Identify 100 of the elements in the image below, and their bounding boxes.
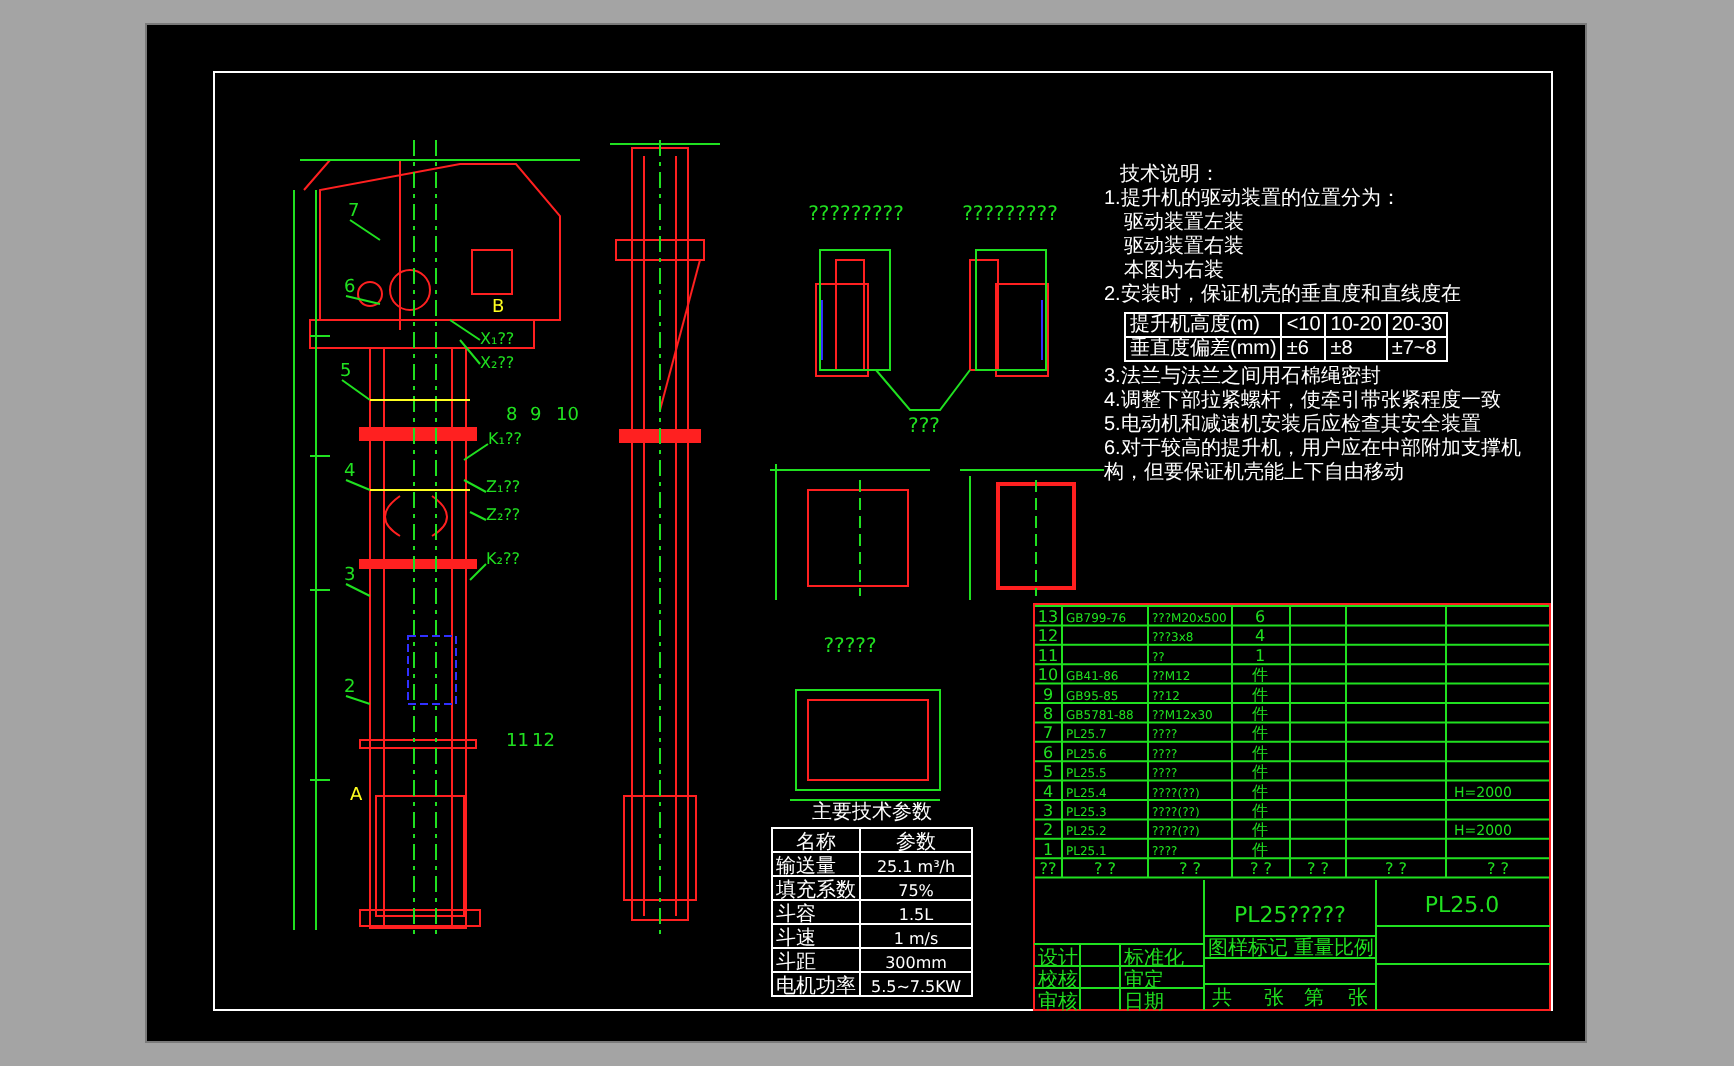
note-text: 2.安装时，保证机壳的垂直度和直线度在 xyxy=(1104,284,1463,308)
sheet-label: 张 xyxy=(1264,988,1284,1010)
view-title: ????? xyxy=(823,636,877,658)
table-cell: <10 xyxy=(1281,313,1326,337)
item-number: 6 xyxy=(1042,743,1054,762)
table-cell: 20-30 xyxy=(1386,313,1448,337)
quantity: 件 xyxy=(1252,685,1268,704)
part-number-label: 8 xyxy=(506,406,518,426)
title-block-label: 图样标记 xyxy=(1208,938,1288,960)
part-number-label: 6 xyxy=(344,278,356,298)
item-number: 4 xyxy=(1042,782,1054,801)
title-block-label: 比例 xyxy=(1334,938,1374,960)
title-block-label: 重量 xyxy=(1294,938,1334,960)
quantity: 件 xyxy=(1252,743,1268,762)
item-number: 12 xyxy=(1037,627,1059,646)
part-number-label: 10 xyxy=(556,406,579,426)
table-cell: 提升机高度(m) xyxy=(1125,313,1282,337)
table-cell: 1 m/s xyxy=(893,930,939,948)
part-number-label: 11 xyxy=(506,732,529,752)
part-number-label: 9 xyxy=(530,406,542,426)
quantity: 件 xyxy=(1252,666,1268,685)
quantity: 件 xyxy=(1252,705,1268,723)
table-cell: 电机功率 xyxy=(776,976,856,998)
table-cell: 5.5~7.5KW xyxy=(870,978,962,996)
table-cell: ±8 xyxy=(1325,337,1387,361)
view-title: ??? xyxy=(908,416,940,438)
view-marker: B xyxy=(492,298,505,318)
note-text: 技术说明： xyxy=(1118,164,1222,187)
item-number: 1 xyxy=(1042,840,1054,859)
item-number: 7 xyxy=(1042,724,1054,743)
quantity: 件 xyxy=(1252,724,1268,743)
column-header: ? ? xyxy=(1093,860,1117,879)
part-number-label: 4 xyxy=(344,462,356,482)
quantity: 件 xyxy=(1252,840,1268,859)
quantity: 6 xyxy=(1254,608,1266,626)
item-number: 10 xyxy=(1037,666,1059,685)
table-cell: ±7~8 xyxy=(1386,337,1448,361)
view-marker: A xyxy=(350,786,363,806)
callout-label: X₂?? xyxy=(480,354,515,372)
sheet-label: 共 xyxy=(1212,988,1232,1010)
callout-label: X₁?? xyxy=(480,330,515,348)
sheet-label: 张 xyxy=(1348,988,1368,1010)
signoff-label: 审核 xyxy=(1038,992,1078,1014)
part-number-label: 5 xyxy=(340,362,352,382)
table-cell: 填充系数 xyxy=(776,880,856,902)
column-header: ?? xyxy=(1039,860,1057,879)
table-cell: 斗容 xyxy=(776,904,816,926)
note-text: 6.对于较高的提升机，用户应在中部附加支撑机构，但要保证机壳能上下自由移动 xyxy=(1104,438,1523,486)
table-header: 名称 xyxy=(796,832,836,854)
column-header: ? ? xyxy=(1306,860,1330,879)
quantity: 1 xyxy=(1254,646,1266,665)
note-text: 3.法兰与法兰之间用石棉绳密封 xyxy=(1104,366,1383,389)
item-number: 5 xyxy=(1042,763,1054,782)
item-number: 9 xyxy=(1042,685,1054,704)
column-header: ? ? xyxy=(1384,860,1408,879)
table-cell: 10-20 xyxy=(1325,313,1387,337)
part-number-label: 2 xyxy=(344,678,356,698)
item-number: 13 xyxy=(1037,608,1059,626)
table-title: 主要技术参数 xyxy=(812,802,932,824)
part-number-label: 12 xyxy=(532,732,555,752)
table-cell: ±6 xyxy=(1281,337,1326,361)
quantity: 4 xyxy=(1254,627,1266,646)
column-header: ? ? xyxy=(1486,860,1510,879)
quantity: 件 xyxy=(1252,821,1268,840)
signoff-label: 日期 xyxy=(1124,992,1164,1014)
table-cell: 垂直度偏差(mm) xyxy=(1125,337,1282,361)
table-cell: 25.1 m³/h xyxy=(876,858,956,876)
note-text: 5.电动机和减速机安装后应检查其安全装置 xyxy=(1104,414,1483,437)
table-cell: 斗速 xyxy=(776,928,816,950)
item-number: 8 xyxy=(1042,705,1054,723)
table-cell: 输送量 xyxy=(776,856,836,878)
note-text: 驱动装置右装 xyxy=(1122,236,1246,259)
quantity: 件 xyxy=(1252,782,1268,801)
note-text: 驱动装置左装 xyxy=(1122,212,1246,235)
note-text: 4.调整下部拉紧螺杆，使牵引带张紧程度一致 xyxy=(1104,390,1503,413)
quantity: 件 xyxy=(1252,802,1268,820)
item-number: 2 xyxy=(1042,821,1054,840)
drawing-name: PL25????? xyxy=(1234,902,1346,928)
item-number: 11 xyxy=(1037,646,1059,665)
table-cell: 300mm xyxy=(885,954,947,972)
note-text: 本图为右装 xyxy=(1122,260,1226,283)
table-cell: 斗距 xyxy=(776,952,816,974)
sheet-label: 第 xyxy=(1304,988,1324,1010)
item-number: 3 xyxy=(1042,802,1054,820)
callout-label: K₂?? xyxy=(486,550,520,568)
note-text: 1.提升机的驱动装置的位置分为： xyxy=(1104,188,1403,211)
drawing-number: PL25.0 xyxy=(1424,892,1500,918)
callout-label: K₁?? xyxy=(488,430,522,448)
table-header: 参数 xyxy=(896,832,936,854)
view-title: ????????? xyxy=(808,204,904,226)
column-header: ? ? xyxy=(1249,860,1273,879)
part-number-label: 3 xyxy=(344,566,356,586)
part-number-label: 7 xyxy=(348,202,360,222)
view-title: ????????? xyxy=(962,204,1058,226)
callout-label: Z₂?? xyxy=(486,506,521,524)
column-header: ? ? xyxy=(1178,860,1202,879)
quantity: 件 xyxy=(1252,763,1268,782)
callout-label: Z₁?? xyxy=(486,478,521,496)
table-cell: 1.5L xyxy=(898,906,934,924)
table-cell: 75% xyxy=(898,882,934,900)
